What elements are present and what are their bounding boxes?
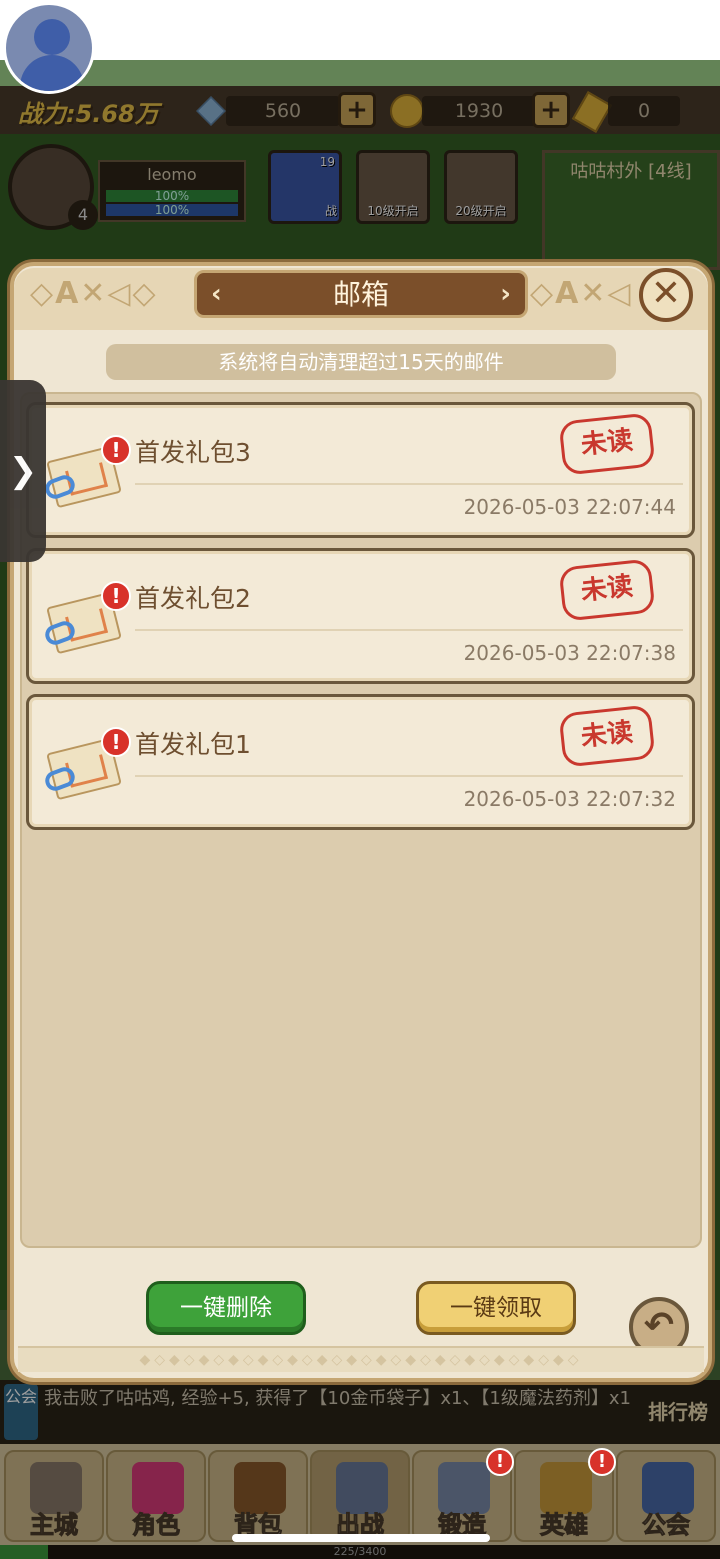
unread-stamp: 未读 [558, 412, 656, 476]
title-ornament-right-icon: › [500, 279, 511, 309]
mailbox-title-plate: ‹ 邮箱 › [194, 270, 528, 318]
mail-item[interactable]: ! 首发礼包3 未读 2026-05-03 22:07:44 [26, 402, 695, 538]
claim-all-button[interactable]: 一键领取 [416, 1281, 576, 1335]
header-ornament-left: ◇A✕◁◇ [30, 276, 158, 311]
user-avatar[interactable] [3, 2, 95, 94]
mail-subject: 首发礼包1 [135, 730, 251, 759]
header-ornament-right: ◇A✕◁ [530, 276, 633, 311]
mailbox-title: 邮箱 [332, 278, 389, 311]
home-indicator[interactable] [232, 1534, 490, 1542]
unread-stamp: 未读 [558, 558, 656, 622]
panel-bottom-ornament: ◆◇◆◇◆◇◆◇◆◇◆◇◆◇◆◇◆◇◆◇◆◇◆◇◆◇◆◇◆◇ [18, 1346, 704, 1372]
mail-time: 2026-05-03 22:07:38 [463, 641, 676, 665]
mail-subject: 首发礼包2 [135, 584, 251, 613]
hero-alert-icon: ! [588, 1448, 616, 1476]
side-expand-tab[interactable]: ❯ [0, 380, 46, 562]
auto-clean-notice: 系统将自动清理超过15天的邮件 [106, 344, 616, 380]
mail-subject: 首发礼包3 [135, 438, 251, 467]
mail-time: 2026-05-03 22:07:44 [463, 495, 676, 519]
close-button[interactable]: ✕ [639, 268, 693, 322]
delete-all-button[interactable]: 一键删除 [146, 1281, 306, 1335]
mail-item[interactable]: ! 首发礼包2 未读 2026-05-03 22:07:38 [26, 548, 695, 684]
envelope-icon: ! [42, 727, 131, 801]
mail-item[interactable]: ! 首发礼包1 未读 2026-05-03 22:07:32 [26, 694, 695, 830]
envelope-icon: ! [42, 435, 131, 509]
forge-alert-icon: ! [486, 1448, 514, 1476]
envelope-icon: ! [42, 581, 131, 655]
mail-time: 2026-05-03 22:07:32 [463, 787, 676, 811]
unread-stamp: 未读 [558, 704, 656, 768]
